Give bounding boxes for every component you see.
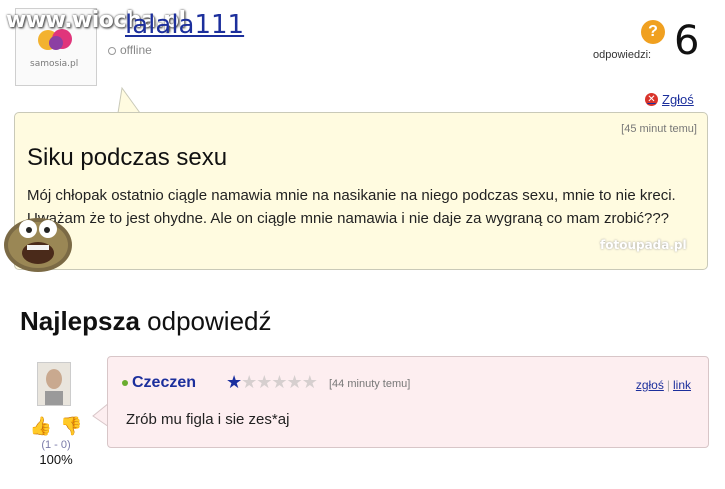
heading-rest: odpowiedź [139,306,272,336]
report-answer-link[interactable]: zgłoś [636,378,664,392]
answer-actions: zgłoś | link [635,378,691,392]
answer-time: [44 minuty temu] [329,378,411,390]
answerer-name[interactable]: Czeczen [132,374,196,392]
shocked-face-icon [4,218,72,272]
vote-percent: 100% [39,452,73,467]
vote-count: (1 - 0) [41,439,71,451]
status-text: offline [120,43,152,57]
user-status: offline [108,43,152,57]
status-dot-icon [108,46,116,55]
report-icon: ✕ [645,93,658,106]
report-label: Zgłoś [662,92,694,107]
answerer-avatar[interactable] [37,362,71,406]
thumbs-up-icon[interactable]: 👍 [30,416,52,437]
best-answer-card: Czeczen ★★★★★★ [44 minuty temu] zgłoś | li… [107,356,709,448]
question-title: Siku podczas sexu [27,144,228,171]
photo-watermark: fotoupada.pl [600,238,687,252]
avatar-logo-text: samosia.pl [30,59,79,69]
rank-stars: ★★★★★★ [226,372,318,393]
question-time: [45 minut temu] [621,123,697,135]
thumbs-down-icon[interactable]: 👎 [60,416,82,437]
report-question-link[interactable]: ✕ Zgłoś [645,92,694,107]
answers-count: 6 [674,18,700,64]
best-answer-heading: Najlepsza odpowiedź [20,306,272,337]
question-body: Mój chłopak ostatnio ciągle namawia mnie… [27,187,676,227]
star-filled-icon: ★ [226,372,242,392]
answers-label: odpowiedzi: [593,49,652,61]
asker-username[interactable]: lalala111 [125,10,244,40]
heading-bold: Najlepsza [20,306,140,336]
vote-area: 👍 👎 (1 - 0) 100% [26,416,86,467]
online-dot-icon [122,380,128,386]
star-empty-icons: ★★★★★ [241,372,318,392]
question-mark-icon: ? [641,20,665,44]
answer-user[interactable]: Czeczen [122,374,196,392]
answer-text: Zrób mu figla i sie zes*aj [126,411,290,428]
answer-link[interactable]: link [673,378,691,392]
